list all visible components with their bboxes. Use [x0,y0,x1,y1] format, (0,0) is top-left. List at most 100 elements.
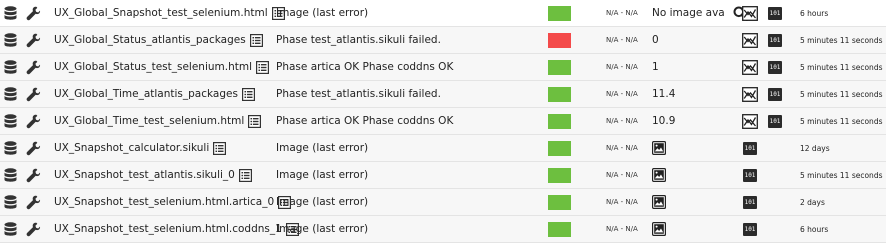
status-bar [548,108,572,134]
raw-data-icon[interactable]: 101 [743,216,759,242]
raw-data-label: 101 [768,60,782,74]
list-icon[interactable] [249,33,263,47]
wrench-icon[interactable] [26,108,44,134]
last-contact-text: 5 minutes 11 seconds [800,116,883,126]
database-icon[interactable] [4,162,22,188]
last-contact-text: 6 hours [800,224,829,234]
database-icon[interactable] [4,135,22,161]
raw-data-label: 101 [743,195,757,209]
module-name-text: UX_Snapshot_test_atlantis.sikuli_0 [54,169,235,181]
table-row: UX_Global_Snapshot_test_selenium.html Im… [0,0,886,27]
raw-data-icon[interactable]: 101 [768,54,784,80]
image-icon[interactable] [652,189,672,215]
raw-data-icon[interactable]: 101 [743,135,759,161]
status-bar [548,27,572,53]
raw-data-label: 101 [743,141,757,155]
module-value: 1 [652,54,742,80]
module-name: UX_Snapshot_test_atlantis.sikuli_0 [54,162,269,188]
list-icon[interactable] [213,141,227,155]
graph-icon[interactable] [742,108,762,134]
module-name: UX_Snapshot_calculator.sikuli [54,135,269,161]
raw-data-label: 101 [768,33,782,47]
module-status-text: Phase test_atlantis.sikuli failed. [276,34,441,46]
raw-data-label: 101 [743,222,757,236]
wrench-icon[interactable] [26,54,44,80]
graph-icon[interactable] [742,0,762,26]
last-contact-text: 5 minutes 11 seconds [800,170,883,180]
database-icon[interactable] [4,27,22,53]
raw-data-icon[interactable]: 101 [743,189,759,215]
last-contact-text: 6 hours [800,8,829,18]
table-row: UX_Snapshot_test_selenium.html.artica_0 … [0,189,886,216]
status-bar [548,54,572,80]
module-value: 10.9 [652,108,742,134]
wrench-icon[interactable] [26,189,44,215]
module-value: 11.4 [652,81,742,107]
database-icon[interactable] [4,108,22,134]
list-icon[interactable] [256,60,270,74]
module-status-text: Phase artica OK Phase coddns OK [276,61,454,73]
raw-data-icon[interactable]: 101 [768,108,784,134]
raw-data-label: 101 [768,114,782,128]
table-row: UX_Global_Status_atlantis_packages Phase… [0,27,886,54]
module-list-table: UX_Global_Snapshot_test_selenium.html Im… [0,0,886,243]
raw-data-icon[interactable]: 101 [768,81,784,107]
module-status-text: Phase artica OK Phase coddns OK [276,115,454,127]
module-value: 0 [652,27,742,53]
module-name-text: UX_Global_Time_test_selenium.html [54,115,245,127]
database-icon[interactable] [4,54,22,80]
last-contact-text: 5 minutes 11 seconds [800,89,883,99]
database-icon[interactable] [4,81,22,107]
module-name: UX_Global_Snapshot_test_selenium.html [54,0,285,26]
module-name: UX_Global_Status_atlantis_packages [54,27,269,53]
module-status-text: Image (last error) [276,196,369,208]
raw-data-icon[interactable]: 101 [743,162,759,188]
thresholds-text: N/A - N/A [606,117,638,125]
table-row: UX_Snapshot_calculator.sikuli Image (las… [0,135,886,162]
module-name-text: UX_Global_Snapshot_test_selenium.html [54,7,268,19]
wrench-icon[interactable] [26,216,44,242]
raw-data-icon[interactable]: 101 [768,27,784,53]
wrench-icon[interactable] [26,135,44,161]
module-name: UX_Global_Time_test_selenium.html [54,108,269,134]
image-icon[interactable] [652,135,672,161]
table-row: UX_Global_Time_test_selenium.html Phase … [0,108,886,135]
table-row: UX_Global_Time_atlantis_packages Phase t… [0,81,886,108]
module-name-text: UX_Snapshot_calculator.sikuli [54,142,210,154]
table-row: UX_Snapshot_test_selenium.html.coddns_1 … [0,216,886,243]
wrench-icon[interactable] [26,0,44,26]
graph-icon[interactable] [742,27,762,53]
module-status-text: Phase test_atlantis.sikuli failed. [276,88,441,100]
module-name: UX_Snapshot_test_selenium.html.artica_0 [54,189,292,215]
list-icon[interactable] [238,168,252,182]
module-value-text: 11.4 [652,88,676,100]
raw-data-icon[interactable]: 101 [768,0,784,26]
thresholds-text: N/A - N/A [606,36,638,44]
wrench-icon[interactable] [26,162,44,188]
module-name-text: UX_Global_Status_atlantis_packages [54,34,246,46]
list-icon[interactable] [248,114,262,128]
image-icon[interactable] [652,162,672,188]
wrench-icon[interactable] [26,81,44,107]
module-status-text: Image (last error) [276,7,369,19]
database-icon[interactable] [4,0,22,26]
graph-icon[interactable] [742,81,762,107]
status-bar [548,162,572,188]
thresholds-text: N/A - N/A [606,171,638,179]
last-contact-text: 12 days [800,143,830,153]
wrench-icon[interactable] [26,27,44,53]
thresholds-text: N/A - N/A [606,198,638,206]
module-value-text: 0 [652,34,659,46]
list-icon[interactable] [241,87,255,101]
status-bar [548,81,572,107]
module-value-text: No image ava [652,7,725,19]
graph-icon[interactable] [742,54,762,80]
module-value: No image ava [652,0,748,26]
last-contact-text: 5 minutes 11 seconds [800,35,883,45]
module-name-text: UX_Snapshot_test_selenium.html.coddns_1 [54,223,282,235]
module-name: UX_Snapshot_test_selenium.html.coddns_1 [54,216,299,242]
database-icon[interactable] [4,189,22,215]
image-icon[interactable] [652,216,672,242]
thresholds-text: N/A - N/A [606,90,638,98]
database-icon[interactable] [4,216,22,242]
